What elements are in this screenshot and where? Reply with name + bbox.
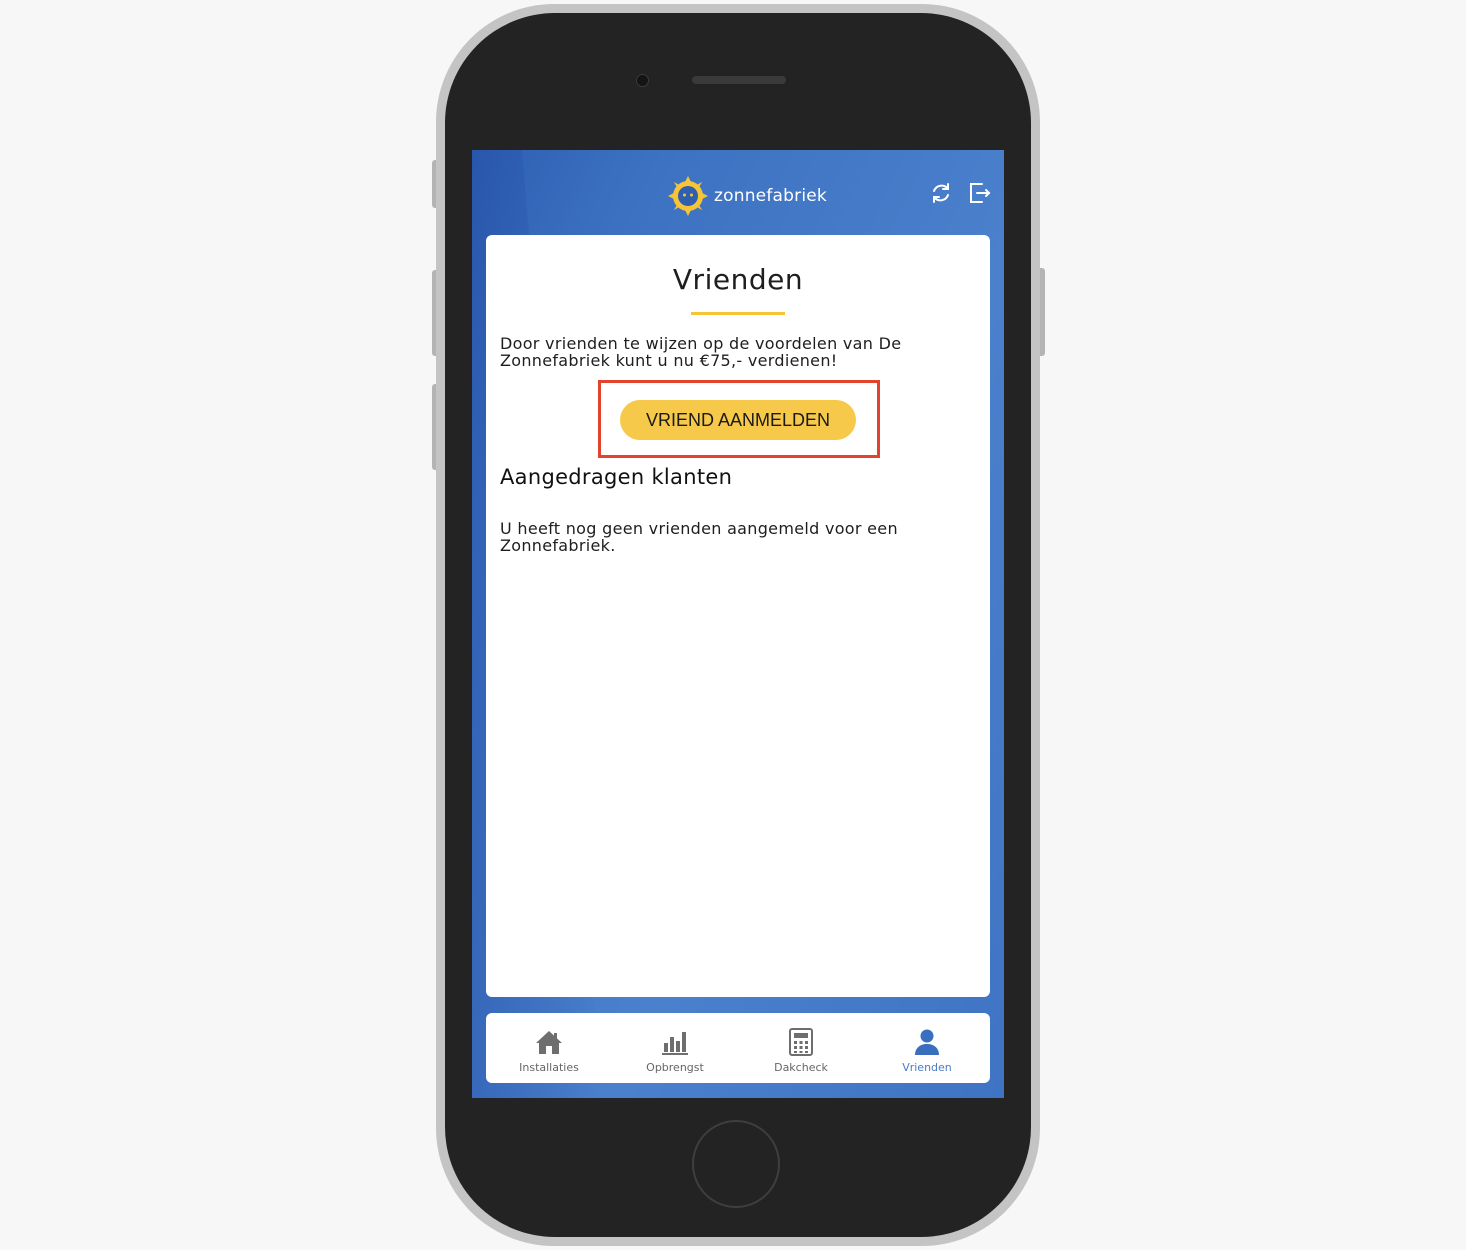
refresh-icon[interactable] bbox=[928, 180, 954, 206]
nav-label: Installaties bbox=[519, 1061, 579, 1074]
home-icon bbox=[534, 1027, 564, 1057]
title-underline bbox=[691, 312, 785, 315]
app-screen: zonnefabriek Vrienden Door vrienden te w… bbox=[472, 150, 1004, 1098]
earpiece-speaker bbox=[692, 76, 786, 84]
bar-chart-icon bbox=[660, 1027, 690, 1057]
brand-logo: zonnefabriek bbox=[668, 176, 827, 216]
nav-label: Vrienden bbox=[902, 1061, 952, 1074]
front-camera bbox=[636, 74, 649, 87]
user-icon bbox=[912, 1027, 942, 1057]
nav-label: Dakcheck bbox=[774, 1061, 828, 1074]
page-title: Vrienden bbox=[672, 263, 804, 296]
section-heading: Aangedragen klanten bbox=[500, 465, 733, 489]
register-friend-button[interactable]: VRIEND AANMELDEN bbox=[620, 400, 856, 440]
home-button[interactable] bbox=[692, 1120, 780, 1208]
nav-item-vrienden[interactable]: Vrienden bbox=[864, 1013, 990, 1083]
logout-icon[interactable] bbox=[966, 180, 992, 206]
nav-item-installaties[interactable]: Installaties bbox=[486, 1013, 612, 1083]
bottom-nav: Installaties Opbrengst Dakcheck Vrienden bbox=[486, 1013, 990, 1083]
empty-state-text: U heeft nog geen vrienden aangemeld voor… bbox=[500, 519, 898, 555]
sun-logo-icon bbox=[668, 176, 708, 216]
nav-label: Opbrengst bbox=[646, 1061, 704, 1074]
brand-name: zonnefabriek bbox=[714, 186, 827, 206]
calculator-icon bbox=[786, 1027, 816, 1057]
content-card: Vrienden Door vrienden te wijzen op de v… bbox=[486, 235, 990, 997]
app-header: zonnefabriek bbox=[472, 150, 1004, 236]
intro-text: Door vrienden te wijzen op de voordelen … bbox=[500, 334, 902, 370]
nav-item-dakcheck[interactable]: Dakcheck bbox=[738, 1013, 864, 1083]
nav-item-opbrengst[interactable]: Opbrengst bbox=[612, 1013, 738, 1083]
